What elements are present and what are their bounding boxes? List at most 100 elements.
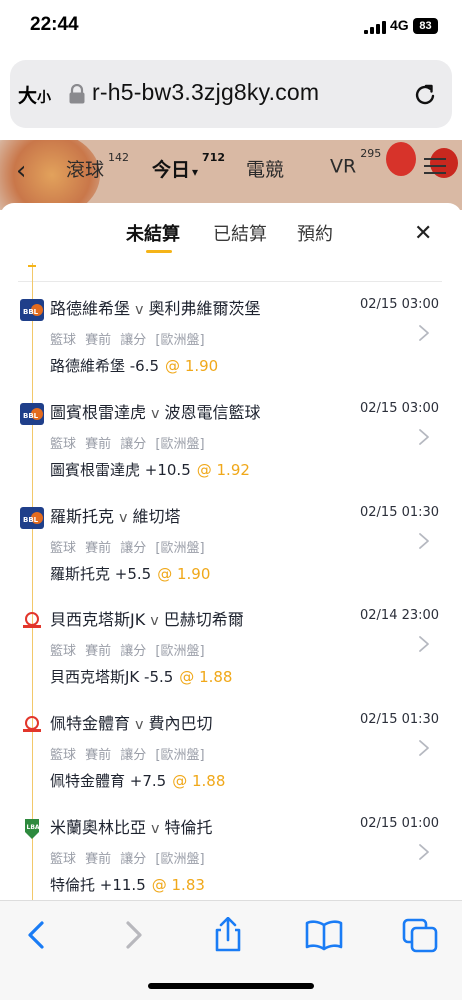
- active-tab-indicator: [146, 250, 172, 253]
- caret-down-icon: ▾: [192, 165, 199, 179]
- league-logo-icon: BBL: [20, 507, 44, 529]
- url-text[interactable]: r-h5-bw3.3zjg8ky.com: [92, 79, 319, 106]
- versus: v: [150, 613, 159, 629]
- timeline-marker: [28, 265, 36, 267]
- match-time: 02/15 03:00: [360, 401, 440, 416]
- tab-settled[interactable]: 已結算: [213, 220, 267, 246]
- bookmarks-icon[interactable]: [304, 917, 344, 953]
- nav-tab-today[interactable]: 今日 ▾712: [152, 151, 225, 182]
- lock-icon: [69, 84, 85, 104]
- bet-item[interactable]: 佩特金體育 v 費內巴切 02/15 01:30 籃球 賽前 讓分 [歐洲盤] 佩特金…: [0, 710, 462, 814]
- nav-tab-live[interactable]: 滾球142: [66, 151, 129, 182]
- match-time: 02/15 01:30: [360, 505, 440, 520]
- bet-meta: 籃球 賽前 讓分 [歐洲盤]: [50, 644, 205, 659]
- match-time: 02/14 23:00: [360, 608, 440, 623]
- chevron-right-icon[interactable]: [418, 634, 430, 654]
- back-icon[interactable]: [18, 917, 58, 953]
- chevron-right-icon[interactable]: [418, 531, 430, 551]
- versus: v: [151, 821, 160, 837]
- bet-selection: 佩特金體育 +7.5 @ 1.88: [50, 770, 225, 791]
- nav-tab-esports[interactable]: 電競: [246, 155, 284, 182]
- league-logo-icon: [20, 610, 44, 632]
- chevron-right-icon[interactable]: [418, 323, 430, 343]
- reload-icon[interactable]: [412, 82, 438, 108]
- status-time: 22:44: [30, 14, 79, 35]
- home-team: 貝西克塔斯JK: [50, 610, 146, 629]
- svg-text:BBL: BBL: [23, 308, 39, 316]
- away-team: 奧利弗維爾茨堡: [148, 299, 261, 318]
- tab-unsettled[interactable]: 未結算: [126, 220, 180, 253]
- home-team: 圖賓根雷達虎: [50, 403, 147, 422]
- home-indicator: [148, 983, 314, 989]
- status-bar: 22:44 4G 83: [0, 0, 462, 52]
- match-title: 羅斯托克 v 維切塔: [50, 503, 181, 527]
- versus: v: [135, 717, 144, 733]
- tabs-icon[interactable]: [400, 917, 440, 953]
- network-type: 4G: [390, 17, 409, 33]
- match-time: 02/15 01:00: [360, 816, 440, 831]
- bet-meta: 籃球 賽前 讓分 [歐洲盤]: [50, 541, 205, 556]
- league-logo-icon: [20, 714, 44, 736]
- close-icon[interactable]: ✕: [414, 221, 432, 246]
- bet-item[interactable]: LBA 米蘭奧林比亞 v 特倫托 02/15 01:00 籃球 賽前 讓分 [歐洲盤]…: [0, 814, 462, 900]
- bet-selection: 路德維希堡 -6.5 @ 1.90: [50, 355, 218, 376]
- away-team: 費內巴切: [148, 714, 213, 733]
- match-title: 圖賓根雷達虎 v 波恩電信籃球: [50, 399, 261, 423]
- match-title: 佩特金體育 v 費內巴切: [50, 710, 213, 734]
- share-icon[interactable]: [208, 917, 248, 953]
- away-team: 特倫托: [164, 818, 213, 837]
- odds-value: @ 1.92: [196, 461, 250, 479]
- svg-text:BBL: BBL: [23, 516, 39, 524]
- pick-text: 佩特金體育 +7.5: [50, 772, 167, 790]
- chevron-right-icon[interactable]: [418, 427, 430, 447]
- match-title: 貝西克塔斯JK v 巴赫切希爾: [50, 606, 244, 630]
- league-logo-icon: LBA: [20, 818, 44, 840]
- lantern-decoration: [386, 142, 416, 176]
- bet-meta: 籃球 賽前 讓分 [歐洲盤]: [50, 437, 205, 452]
- versus: v: [119, 510, 128, 526]
- back-arrow-icon[interactable]: ‹: [16, 156, 26, 186]
- away-team: 巴赫切希爾: [163, 610, 244, 629]
- svg-text:BBL: BBL: [23, 412, 39, 420]
- league-logo-icon: BBL: [20, 403, 44, 425]
- match-time: 02/15 01:30: [360, 712, 440, 727]
- divider: [18, 281, 442, 282]
- address-bar[interactable]: 大小 r-h5-bw3.3zjg8ky.com: [10, 60, 452, 128]
- text-size-button[interactable]: 大小: [18, 81, 51, 108]
- home-team: 佩特金體育: [50, 714, 131, 733]
- versus: v: [151, 406, 160, 422]
- bet-selection: 羅斯托克 +5.5 @ 1.90: [50, 563, 210, 584]
- match-title: 米蘭奧林比亞 v 特倫托: [50, 814, 213, 838]
- sheet-tabs: 未結算 已結算 預約 ✕: [0, 203, 462, 263]
- menu-icon[interactable]: [424, 158, 446, 176]
- nav-tab-vr[interactable]: VR295: [330, 147, 381, 177]
- chevron-right-icon[interactable]: [418, 738, 430, 758]
- bet-item[interactable]: BBL 圖賓根雷達虎 v 波恩電信籃球 02/15 03:00 籃球 賽前 讓分 [歐…: [0, 399, 462, 503]
- bet-meta: 籃球 賽前 讓分 [歐洲盤]: [50, 748, 205, 763]
- bet-item[interactable]: BBL 路德維希堡 v 奧利弗維爾茨堡 02/15 03:00 籃球 賽前 讓分 [歐…: [0, 295, 462, 399]
- pick-text: 路德維希堡 -6.5: [50, 357, 160, 375]
- bet-item[interactable]: BBL 羅斯托克 v 維切塔 02/15 01:30 籃球 賽前 讓分 [歐洲盤] 羅斯…: [0, 503, 462, 607]
- chevron-right-icon[interactable]: [418, 842, 430, 862]
- bet-item[interactable]: 貝西克塔斯JK v 巴赫切希爾 02/14 23:00 籃球 賽前 讓分 [歐洲盤]…: [0, 606, 462, 710]
- cellular-signal-icon: [364, 21, 386, 34]
- away-team: 維切塔: [132, 507, 181, 526]
- odds-value: @ 1.88: [179, 668, 233, 686]
- app-header: ‹ 滾球142 今日 ▾712 電競 VR295: [0, 140, 462, 210]
- tab-reserved[interactable]: 預約: [297, 220, 333, 246]
- svg-text:LBA: LBA: [27, 824, 40, 831]
- match-time: 02/15 03:00: [360, 297, 440, 312]
- battery-icon: 83: [413, 18, 438, 34]
- pick-text: 羅斯托克 +5.5: [50, 565, 152, 583]
- away-team: 波恩電信籃球: [164, 403, 261, 422]
- bet-meta: 籃球 賽前 讓分 [歐洲盤]: [50, 852, 205, 867]
- odds-value: @ 1.90: [157, 565, 211, 583]
- home-team: 羅斯托克: [50, 507, 115, 526]
- odds-value: @ 1.90: [165, 357, 219, 375]
- bet-selection: 貝西克塔斯JK -5.5 @ 1.88: [50, 666, 232, 687]
- browser-address-area: 大小 r-h5-bw3.3zjg8ky.com: [0, 52, 462, 140]
- forward-icon: [126, 921, 142, 949]
- odds-value: @ 1.83: [151, 876, 205, 894]
- home-team: 路德維希堡: [50, 299, 131, 318]
- bet-selection: 特倫托 +11.5 @ 1.83: [50, 874, 205, 895]
